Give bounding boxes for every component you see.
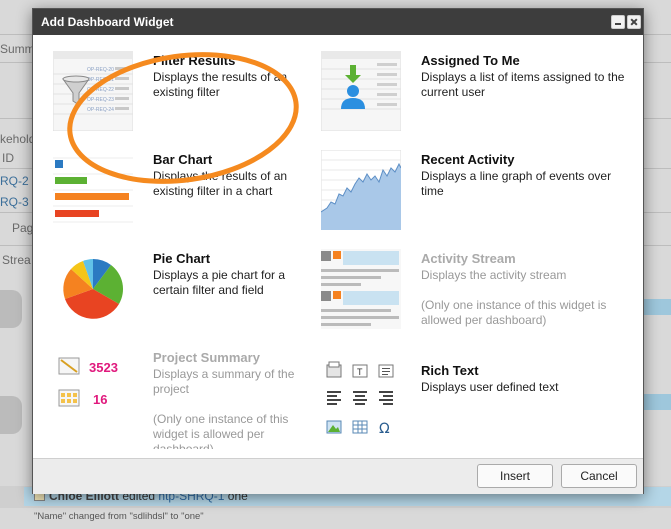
widget-note: (Only one instance of this widget is all… <box>153 412 289 449</box>
dialog-header: Add Dashboard Widget <box>33 9 643 35</box>
bg-row-rq2[interactable]: RQ-2 <box>0 174 29 188</box>
widget-description: Displays the activity stream <box>421 268 567 282</box>
bg-col-id: ID <box>2 151 14 165</box>
widget-filter-results[interactable]: OP-REQ-20 OP-REQ-21 OP-REQ-22 OP-REQ-23 … <box>33 35 303 132</box>
svg-text:Ω: Ω <box>379 421 390 437</box>
filter-id-3: OP-REQ-22 <box>87 87 114 93</box>
bar-chart-thumb <box>53 150 133 230</box>
widget-info: Project Summary Displays a summary of th… <box>153 350 303 449</box>
dialog-title: Add Dashboard Widget <box>41 15 174 29</box>
widget-description: Displays a summary of the project <box>153 367 295 396</box>
insert-button[interactable]: Insert <box>477 464 553 488</box>
widget-pie-chart[interactable]: Pie Chart Displays a pie chart for a cer… <box>33 233 303 329</box>
widget-info: Rich Text Displays user defined text <box>421 363 636 395</box>
dialog-footer: Insert Cancel <box>33 458 643 494</box>
bg-avatar <box>0 290 22 328</box>
bar-1 <box>55 160 63 168</box>
widget-description: Displays user defined text <box>421 380 559 394</box>
cancel-button[interactable]: Cancel <box>561 464 637 488</box>
filter-id-4: OP-REQ-23 <box>87 97 114 103</box>
widget-description: Displays the results of an existing filt… <box>153 70 288 99</box>
svg-text:T: T <box>357 367 363 377</box>
widget-rich-text[interactable]: T Ω Rich Text Displays user defined text <box>301 345 641 441</box>
widget-project-summary: 3523 16 Project Summary Displays a summa… <box>33 332 303 449</box>
widget-info: Filter Results Displays the results of a… <box>153 53 303 100</box>
bg-label-summary: Summ <box>0 42 35 56</box>
widget-recent-activity[interactable]: Recent Activity Displays a line graph of… <box>301 134 641 231</box>
rich-text-thumb: T Ω <box>321 361 401 441</box>
filter-id-5: OP-REQ-24 <box>87 107 114 113</box>
bg-label-stream: Strea <box>2 253 31 267</box>
widget-description: Displays a line graph of events over tim… <box>421 169 612 198</box>
pie-chart-thumb <box>53 249 133 329</box>
bg-label-stakeholders: kehold <box>0 132 36 146</box>
widget-title: Recent Activity <box>421 152 515 167</box>
summary-count-bottom: 16 <box>93 392 107 407</box>
widget-info: Recent Activity Displays a line graph of… <box>421 152 636 199</box>
widget-assigned-to-me[interactable]: Assigned To Me Displays a list of items … <box>301 35 641 132</box>
widget-title: Bar Chart <box>153 152 213 167</box>
close-icon[interactable] <box>627 15 641 29</box>
activity-stream-thumb <box>321 249 401 329</box>
widget-info: Activity Stream Displays the activity st… <box>421 251 636 328</box>
widget-title: Pie Chart <box>153 251 211 266</box>
widget-title: Rich Text <box>421 363 479 378</box>
widget-description: Displays the results of an existing filt… <box>153 169 288 198</box>
widget-title: Assigned To Me <box>421 53 520 68</box>
filter-id-2: OP-REQ-21 <box>87 77 114 83</box>
widget-description: Displays a pie chart for a certain filte… <box>153 268 286 297</box>
bg-activity-note: "Name" changed from "sdlihdsl" to "one" <box>34 511 204 522</box>
widget-info: Pie Chart Displays a pie chart for a cer… <box>153 251 303 298</box>
bg-avatar <box>0 396 22 434</box>
bar-2 <box>55 177 87 184</box>
filter-results-thumb: OP-REQ-20 OP-REQ-21 OP-REQ-22 OP-REQ-23 … <box>52 50 134 132</box>
widget-activity-stream: Activity Stream Displays the activity st… <box>301 233 641 329</box>
bg-label-pages: Pag <box>12 221 34 235</box>
add-dashboard-widget-dialog: Add Dashboard Widget OP-REQ-20 OP-REQ-21… <box>32 8 644 494</box>
widget-description: Displays a list of items assigned to the… <box>421 70 625 99</box>
widget-grid: OP-REQ-20 OP-REQ-21 OP-REQ-22 OP-REQ-23 … <box>33 35 643 449</box>
filter-id-1: OP-REQ-20 <box>87 67 114 73</box>
summary-count-top: 3523 <box>89 360 118 375</box>
widget-title: Filter Results <box>153 53 236 68</box>
widget-note: (Only one instance of this widget is all… <box>421 298 607 327</box>
widget-info: Bar Chart Displays the results of an exi… <box>153 152 303 199</box>
widget-bar-chart[interactable]: Bar Chart Displays the results of an exi… <box>33 134 303 230</box>
widget-info: Assigned To Me Displays a list of items … <box>421 53 636 100</box>
project-summary-thumb: 3523 16 <box>53 348 133 428</box>
widget-title: Activity Stream <box>421 251 516 266</box>
bar-4 <box>55 210 99 217</box>
recent-activity-thumb <box>320 149 402 231</box>
minimize-icon[interactable] <box>611 15 625 29</box>
bg-row-rq3[interactable]: RQ-3 <box>0 195 29 209</box>
bar-3 <box>55 193 129 200</box>
assigned-to-me-thumb <box>320 50 402 132</box>
widget-title: Project Summary <box>153 350 260 365</box>
